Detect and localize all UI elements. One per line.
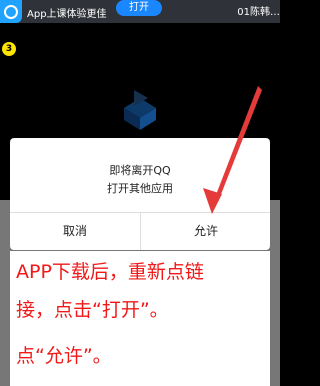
instruction-line3: 点“允许”。 [16,345,112,367]
step-badge: 3 [2,42,16,56]
promo-text: App上课体验更佳 [27,9,107,20]
instruction-panel: APP下载后，重新点链 接，点击“打开”。 点“允许”。 [10,251,270,386]
video-player-logo-icon [124,90,156,130]
dialog-message-line1: 即将离开QQ [109,164,171,177]
dialog-message-line2: 打开其他应用 [107,182,173,195]
user-name: 01陈韩… [237,7,280,18]
open-app-button[interactable]: 打开 [116,0,162,16]
leave-app-dialog: 即将离开QQ 打开其他应用 取消 允许 [10,138,270,250]
allow-button[interactable]: 允许 [141,213,271,250]
app-logo-icon [0,0,22,23]
cancel-button[interactable]: 取消 [10,213,140,250]
instruction-line2: 接，点击“打开”。 [16,299,169,321]
top-promo-bar: App上课体验更佳 打开 01陈韩… [0,0,280,23]
instruction-line1: APP下载后，重新点链 [16,261,204,283]
